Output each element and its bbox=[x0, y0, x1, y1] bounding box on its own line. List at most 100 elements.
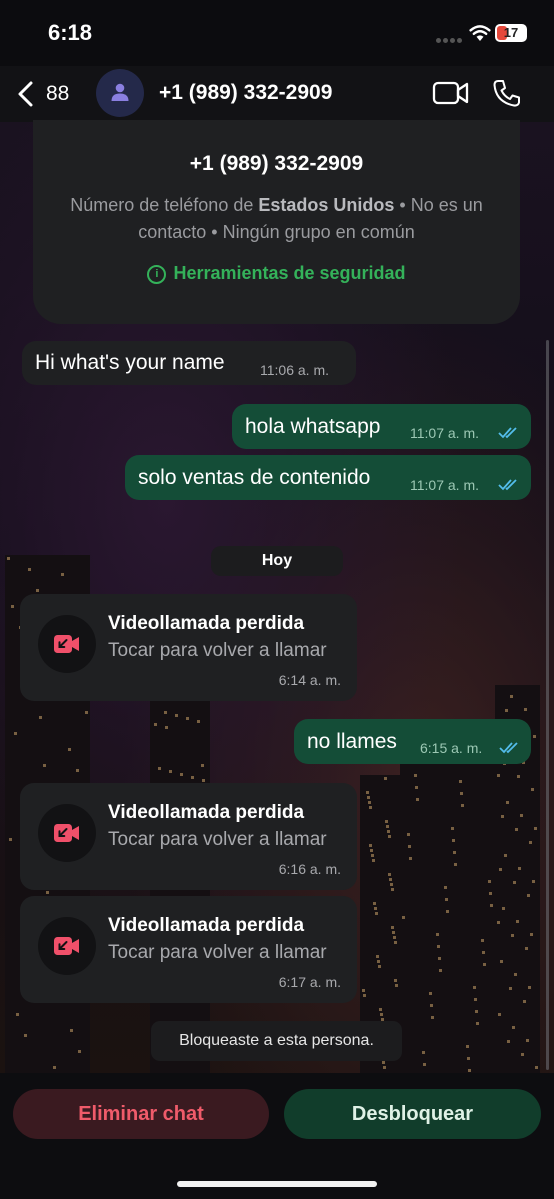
wallpaper-window bbox=[391, 888, 394, 891]
incoming-message[interactable]: Hi what's your name 11:06 a. m. bbox=[22, 341, 356, 385]
blocked-notice-text: Bloqueaste a esta persona. bbox=[179, 1032, 374, 1049]
wallpaper-window bbox=[466, 1045, 469, 1048]
back-chevron-icon[interactable] bbox=[14, 80, 40, 108]
status-time: 6:18 bbox=[48, 20, 93, 45]
wallpaper-window bbox=[490, 904, 493, 907]
wallpaper-window bbox=[510, 695, 513, 698]
wallpaper-window bbox=[388, 873, 391, 876]
wallpaper-window bbox=[372, 859, 375, 862]
wallpaper-window bbox=[377, 960, 380, 963]
wallpaper-window bbox=[394, 941, 397, 944]
wallpaper-window bbox=[488, 880, 491, 883]
wallpaper-window bbox=[382, 1061, 385, 1064]
wallpaper-window bbox=[446, 910, 449, 913]
wallpaper-window bbox=[521, 1053, 524, 1056]
wallpaper-window bbox=[164, 711, 167, 714]
wallpaper-window bbox=[376, 955, 379, 958]
unread-count[interactable]: 88 bbox=[46, 82, 69, 106]
read-ticks-icon bbox=[498, 479, 517, 491]
call-subtitle: Tocar para volver a llamar bbox=[108, 829, 327, 850]
wallpaper-window bbox=[370, 849, 373, 852]
wallpaper-window bbox=[76, 769, 79, 772]
scrollbar[interactable] bbox=[546, 340, 549, 1070]
outgoing-message[interactable]: solo ventas de contenido 11:07 a. m. bbox=[125, 455, 531, 500]
wallpaper-window bbox=[24, 1034, 27, 1037]
wallpaper-window bbox=[523, 1000, 526, 1003]
wallpaper-window bbox=[368, 801, 371, 804]
wallpaper-window bbox=[507, 1040, 510, 1043]
message-text: solo ventas de contenido bbox=[138, 466, 371, 489]
wallpaper-window bbox=[414, 774, 417, 777]
missed-video-call[interactable]: Videollamada perdida Tocar para volver a… bbox=[20, 594, 357, 701]
day-divider: Hoy bbox=[211, 546, 343, 576]
delete-chat-button[interactable]: Eliminar chat bbox=[13, 1089, 269, 1139]
wallpaper-window bbox=[373, 902, 376, 905]
wallpaper-window bbox=[516, 920, 519, 923]
wallpaper-window bbox=[11, 605, 14, 608]
wallpaper-window bbox=[409, 857, 412, 860]
wallpaper-window bbox=[36, 589, 39, 592]
wallpaper-window bbox=[524, 708, 527, 711]
outgoing-message[interactable]: hola whatsapp 11:07 a. m. bbox=[232, 404, 531, 449]
home-indicator[interactable] bbox=[177, 1181, 377, 1187]
wallpaper-window bbox=[423, 1063, 426, 1066]
wallpaper-window bbox=[407, 833, 410, 836]
wallpaper-window bbox=[39, 716, 42, 719]
wallpaper-window bbox=[7, 557, 10, 560]
wallpaper-window bbox=[416, 798, 419, 801]
wallpaper-building bbox=[400, 745, 495, 1075]
wallpaper-window bbox=[9, 838, 12, 841]
battery-level: 17 bbox=[503, 25, 519, 40]
message-text: Hi what's your name bbox=[35, 351, 225, 374]
wallpaper-window bbox=[520, 814, 523, 817]
wallpaper-window bbox=[513, 881, 516, 884]
call-time: 6:14 a. m. bbox=[278, 672, 341, 688]
status-bar: 6:18 17 bbox=[0, 0, 554, 66]
wallpaper-window bbox=[504, 854, 507, 857]
wallpaper-window bbox=[391, 926, 394, 929]
missed-video-call[interactable]: Videollamada perdida Tocar para volver a… bbox=[20, 896, 357, 1003]
wallpaper-window bbox=[452, 839, 455, 842]
call-time: 6:16 a. m. bbox=[278, 861, 341, 877]
contact-name[interactable]: +1 (989) 332-2909 bbox=[159, 81, 332, 105]
wallpaper-window bbox=[497, 921, 500, 924]
video-call-icon[interactable] bbox=[432, 79, 470, 107]
wallpaper-window bbox=[460, 792, 463, 795]
message-time: 11:07 a. m. bbox=[410, 477, 480, 493]
wallpaper-window bbox=[505, 709, 508, 712]
wallpaper-window bbox=[515, 828, 518, 831]
unblock-button[interactable]: Desbloquear bbox=[284, 1089, 541, 1139]
call-title: Videollamada perdida bbox=[108, 915, 305, 936]
info-desc-prefix: Número de teléfono de bbox=[70, 195, 259, 215]
avatar[interactable] bbox=[96, 69, 144, 117]
wallpaper-window bbox=[438, 957, 441, 960]
wallpaper-window bbox=[388, 835, 391, 838]
wallpaper-window bbox=[468, 1069, 471, 1072]
wallpaper-window bbox=[374, 907, 377, 910]
read-ticks-icon bbox=[498, 427, 517, 439]
wallpaper-window bbox=[497, 774, 500, 777]
info-description: Número de teléfono de Estados Unidos • N… bbox=[43, 192, 510, 246]
wallpaper-window bbox=[445, 898, 448, 901]
wallpaper-window bbox=[16, 1013, 19, 1016]
chat-header: 88 +1 (989) 332-2909 bbox=[0, 66, 554, 122]
outgoing-message[interactable]: no llames 6:15 a. m. bbox=[294, 719, 531, 764]
wifi-icon bbox=[469, 25, 491, 41]
wallpaper-window bbox=[506, 801, 509, 804]
wallpaper-window bbox=[408, 845, 411, 848]
wallpaper-window bbox=[518, 867, 521, 870]
bottom-action-bar: Eliminar chat Desbloquear bbox=[0, 1073, 554, 1199]
wallpaper-window bbox=[467, 1057, 470, 1060]
phone-icon[interactable] bbox=[492, 78, 522, 108]
battery-icon: 17 bbox=[495, 24, 527, 42]
missed-video-call[interactable]: Videollamada perdida Tocar para volver a… bbox=[20, 783, 357, 890]
wallpaper-window bbox=[482, 951, 485, 954]
wallpaper-window bbox=[78, 1050, 81, 1053]
person-icon bbox=[111, 83, 129, 101]
wallpaper-window bbox=[28, 568, 31, 571]
wallpaper-window bbox=[367, 796, 370, 799]
wallpaper-window bbox=[514, 973, 517, 976]
wallpaper-window bbox=[165, 726, 168, 729]
wallpaper-window bbox=[202, 779, 205, 782]
safety-tools-link[interactable]: i Herramientas de seguridad bbox=[33, 263, 520, 284]
